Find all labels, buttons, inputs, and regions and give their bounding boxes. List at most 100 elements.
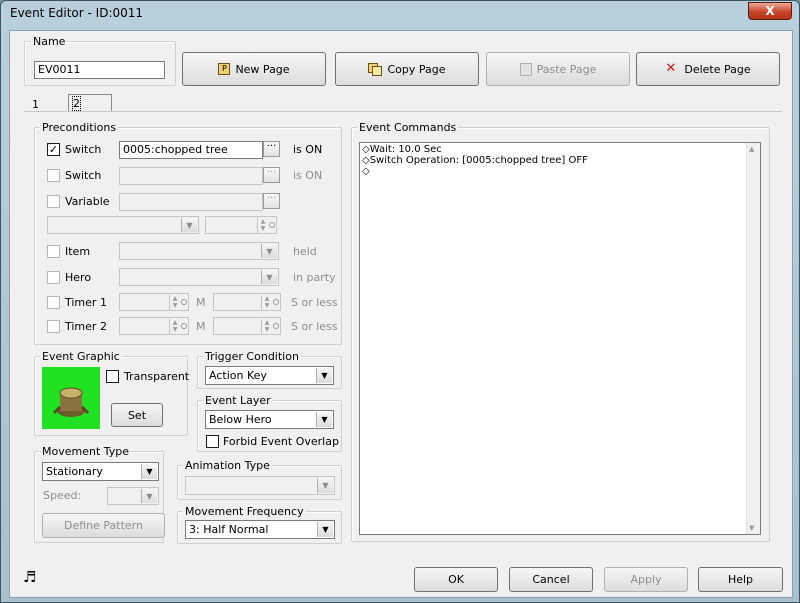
paste-page-icon [519, 62, 532, 76]
spin-dot-icon [181, 323, 187, 329]
paste-page-button[interactable]: Paste Page [486, 52, 630, 86]
copy-page-icon [368, 62, 383, 76]
animation-type-select[interactable]: ▼ [185, 476, 335, 495]
variable-browse-button[interactable]: ··· [263, 193, 280, 209]
preconditions-label: Preconditions [40, 121, 119, 134]
event-commands-list[interactable]: ◇Wait: 10.0 Sec ◇Switch Operation: [0005… [359, 142, 761, 535]
close-button[interactable]: X [748, 2, 792, 20]
paste-page-label: Paste Page [536, 62, 597, 76]
trigger-condition-label: Trigger Condition [203, 350, 301, 363]
apply-button[interactable]: Apply [604, 567, 688, 592]
switch2-browse-button[interactable]: ··· [263, 167, 280, 183]
copy-page-button[interactable]: Copy Page [335, 52, 479, 86]
vertical-scrollbar[interactable]: ▲ ▼ [746, 143, 760, 534]
tree-stump-icon [52, 387, 90, 417]
trigger-condition-value: Action Key [209, 369, 267, 382]
dialog-client-area: Name EV0011 P New Page Copy Page Paste P… [9, 30, 793, 598]
spin-arrows-icon: ▲ ▼ [261, 295, 272, 310]
switch1-browse-button[interactable]: ··· [263, 141, 280, 157]
event-commands-group: Event Commands ◇Wait: 10.0 Sec ◇Switch O… [351, 121, 770, 542]
tab-page-2[interactable]: 2 [68, 94, 112, 112]
hero-suffix: in party [293, 271, 336, 284]
new-page-button[interactable]: P New Page [182, 52, 326, 86]
timer1-checkbox[interactable] [47, 296, 60, 309]
name-group-label: Name [31, 35, 68, 48]
switch1-checkbox[interactable]: ✓ [47, 143, 60, 156]
scroll-up-icon[interactable]: ▲ [749, 145, 754, 153]
variable-checkbox[interactable] [47, 195, 60, 208]
switch2-input[interactable] [119, 167, 263, 185]
scroll-down-icon[interactable]: ▼ [749, 524, 754, 532]
name-input[interactable]: EV0011 [34, 61, 165, 79]
timer2-m-label: M [196, 320, 206, 333]
event-graphic-group: Event Graphic Transparent Set [34, 350, 190, 436]
event-commands-label: Event Commands [357, 121, 459, 134]
transparent-label: Transparent [124, 370, 190, 383]
speed-label: Speed: [43, 489, 82, 502]
event-layer-group: Event Layer Below Hero ▼ Forbid Event Ove… [197, 394, 342, 452]
transparent-checkbox[interactable] [106, 370, 119, 383]
item-checkbox[interactable] [47, 245, 60, 258]
music-icon[interactable]: ♬ [23, 568, 36, 586]
variable-label: Variable [65, 195, 110, 208]
spin-dot-icon [273, 299, 279, 305]
forbid-overlap-label: Forbid Event Overlap [223, 435, 339, 448]
chevron-down-icon: ▼ [316, 368, 332, 383]
spin-arrows-icon: ▲ ▼ [169, 319, 180, 334]
command-line[interactable]: ◇Wait: 10.0 Sec [362, 144, 442, 155]
timer1-minutes-spinner[interactable]: ▲ ▼ [119, 293, 189, 311]
command-line[interactable]: ◇Switch Operation: [0005:chopped tree] O… [362, 155, 588, 166]
new-page-icon: P [218, 63, 231, 75]
event-graphic-label: Event Graphic [40, 350, 122, 363]
switch1-input[interactable]: 0005:chopped tree [119, 141, 263, 159]
command-line[interactable]: ◇ [362, 166, 370, 177]
delete-page-button[interactable]: ✕ Delete Page [636, 52, 780, 86]
ok-button[interactable]: OK [414, 567, 498, 592]
forbid-overlap-checkbox[interactable] [206, 435, 219, 448]
set-graphic-button[interactable]: Set [111, 403, 163, 427]
hero-label: Hero [65, 271, 92, 284]
movement-type-value: Stationary [46, 465, 103, 478]
item-select[interactable]: ▼ [119, 242, 279, 260]
chevron-down-icon: ▼ [181, 218, 197, 232]
timer1-seconds-spinner[interactable]: ▲ ▼ [213, 293, 281, 311]
timer2-seconds-spinner[interactable]: ▲ ▼ [213, 317, 281, 335]
variable-value-spinner[interactable]: ▲ ▼ [205, 216, 277, 234]
animation-type-label: Animation Type [183, 459, 272, 472]
movement-frequency-select[interactable]: 3: Half Normal ▼ [185, 520, 335, 539]
item-label: Item [65, 245, 91, 258]
movement-type-select[interactable]: Stationary ▼ [42, 462, 159, 481]
timer2-suffix: S or less [291, 320, 338, 333]
event-graphic-preview[interactable] [42, 367, 100, 429]
hero-checkbox[interactable] [47, 271, 60, 284]
timer1-suffix: S or less [291, 296, 338, 309]
timer2-checkbox[interactable] [47, 320, 60, 333]
variable-compare-select[interactable]: ▼ [47, 216, 199, 234]
switch1-label: Switch [65, 143, 102, 156]
copy-page-label: Copy Page [387, 62, 446, 76]
switch2-checkbox[interactable] [47, 169, 60, 182]
event-editor-window: Event Editor - ID:0011 X Name EV0011 P N… [0, 0, 800, 603]
delete-page-label: Delete Page [684, 62, 751, 76]
tab-page-2-label: 2 [72, 96, 81, 111]
speed-select[interactable]: ▼ [107, 487, 159, 505]
event-layer-select[interactable]: Below Hero ▼ [205, 410, 334, 429]
delete-page-icon: ✕ [665, 60, 677, 76]
title-bar[interactable]: Event Editor - ID:0011 X [1, 1, 799, 27]
chevron-down-icon: ▼ [141, 489, 157, 503]
cancel-button[interactable]: Cancel [509, 567, 593, 592]
timer2-minutes-spinner[interactable]: ▲ ▼ [119, 317, 189, 335]
movement-type-label: Movement Type [40, 445, 132, 458]
switch2-label: Switch [65, 169, 102, 182]
trigger-condition-select[interactable]: Action Key ▼ [205, 366, 334, 385]
movement-frequency-label: Movement Frequency [183, 505, 306, 518]
chevron-down-icon: ▼ [261, 270, 277, 284]
switch1-suffix: is ON [293, 143, 323, 156]
help-button[interactable]: Help [698, 567, 783, 592]
preconditions-group: Preconditions ✓ Switch 0005:chopped tree… [34, 121, 342, 345]
tab-page-1[interactable]: 1 [32, 98, 39, 111]
define-pattern-button[interactable]: Define Pattern [42, 513, 165, 538]
chevron-down-icon: ▼ [316, 412, 332, 427]
hero-select[interactable]: ▼ [119, 268, 279, 286]
variable-input[interactable] [119, 193, 263, 211]
